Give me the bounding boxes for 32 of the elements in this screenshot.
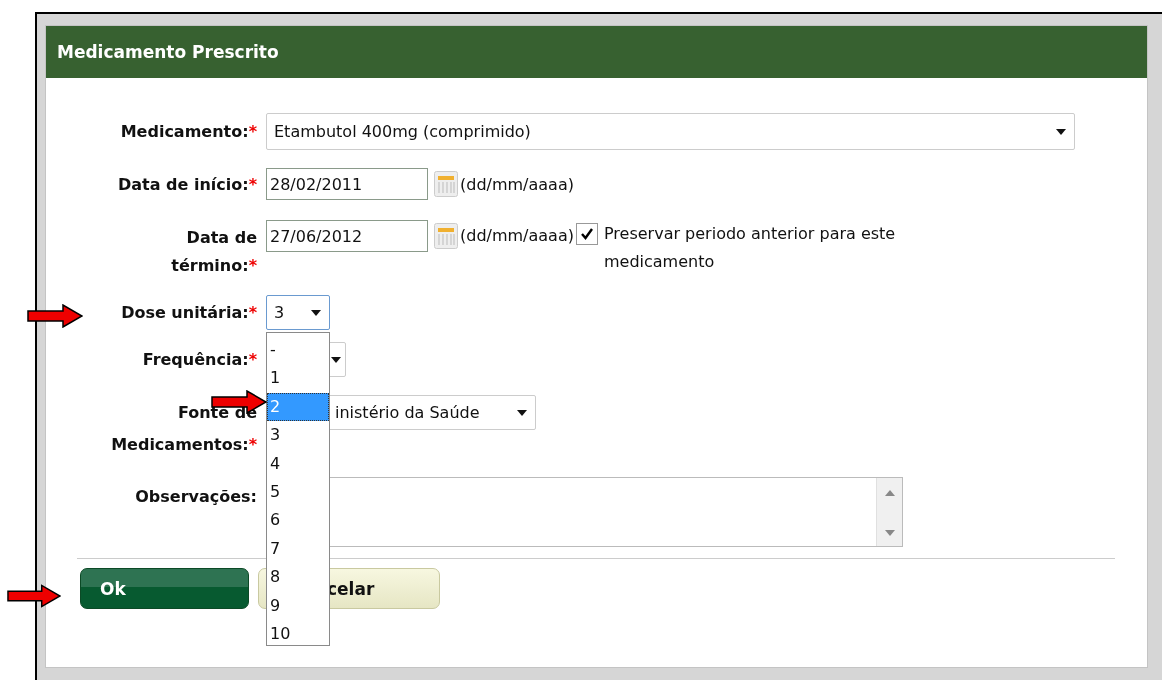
dialog-title: Medicamento Prescrito — [57, 42, 279, 62]
calendar-icon[interactable] — [434, 223, 458, 249]
field-label: Frequência:* — [142, 350, 257, 369]
caret-icon — [331, 356, 341, 363]
checkbox-label: Preservar periodo anterior para este medicamento — [603, 223, 897, 273]
calendar-icon[interactable] — [434, 171, 458, 197]
caret-icon — [311, 309, 321, 316]
dropdown-option[interactable]: 4 — [267, 449, 329, 478]
dose-select[interactable]: 3 — [266, 295, 330, 330]
dropdown-option[interactable]: - — [267, 336, 329, 365]
date-field[interactable]: 27/06/2012 — [266, 220, 428, 252]
caret-icon — [517, 409, 527, 416]
checkbox[interactable] — [575, 223, 598, 245]
field-label: Observações: — [135, 487, 257, 506]
dropdown-option[interactable]: 5 — [267, 477, 329, 507]
field-label: Data de término:* — [171, 228, 257, 275]
dropdown-option[interactable]: 7 — [267, 534, 329, 564]
date-field[interactable]: 28/02/2011 — [266, 168, 428, 200]
dropdown-option[interactable]: 6 — [267, 506, 329, 535]
dropdown-option[interactable]: 10 — [267, 619, 329, 649]
date-format-hint: (dd/mm/aaaa) — [460, 225, 574, 247]
medication-select[interactable]: Etambutol 400mg (comprimido) — [266, 113, 1075, 150]
field-label: Dose unitária:* — [121, 303, 257, 322]
dialog-button[interactable]: Ok — [80, 568, 249, 609]
date-format-hint: (dd/mm/aaaa) — [460, 174, 574, 194]
checkmark-icon — [579, 227, 594, 241]
field-label: Data de início:* — [117, 174, 257, 194]
caret-icon — [1056, 128, 1066, 135]
scroll-up-icon[interactable] — [884, 490, 895, 496]
field-label: Medicamento:* — [120, 122, 257, 141]
scroll-down-icon[interactable] — [884, 530, 895, 536]
dropdown-option[interactable]: 1 — [267, 364, 329, 393]
